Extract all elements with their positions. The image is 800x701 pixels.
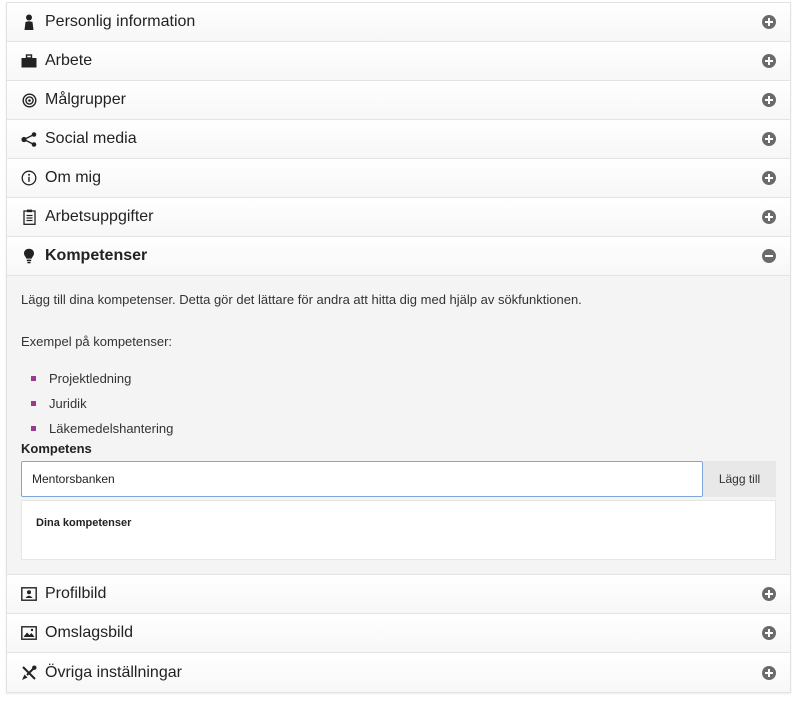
bullet-icon (31, 376, 36, 381)
section-cover-picture[interactable]: Omslagsbild (7, 614, 790, 653)
expand-icon[interactable] (762, 15, 776, 29)
list-item: Juridik (31, 391, 776, 416)
person-icon (20, 13, 38, 31)
expand-icon[interactable] (762, 626, 776, 640)
picture-icon (20, 624, 38, 642)
section-work[interactable]: Arbete (7, 42, 790, 81)
bullet-icon (31, 426, 36, 431)
my-skills-title: Dina kompetenser (36, 517, 132, 529)
share-icon (20, 130, 38, 148)
skills-panel: Lägg till dina kompetenser. Detta gör de… (7, 276, 790, 575)
examples-list: Projektledning Juridik Läkemedelshanteri… (21, 366, 776, 441)
expand-icon[interactable] (762, 171, 776, 185)
section-title: Omslagsbild (45, 624, 134, 641)
section-title: Arbetsuppgifter (45, 208, 154, 225)
collapse-icon[interactable] (762, 249, 776, 263)
section-title: Om mig (45, 169, 101, 186)
section-title: Övriga inställningar (45, 663, 182, 681)
bullet-icon (31, 401, 36, 406)
profile-accordion: Personlig information Arbete Målgrupper … (6, 2, 791, 693)
section-profile-picture[interactable]: Profilbild (7, 575, 790, 614)
section-work-tasks[interactable]: Arbetsuppgifter (7, 198, 790, 237)
section-target-groups[interactable]: Målgrupper (7, 81, 790, 120)
expand-icon[interactable] (762, 587, 776, 601)
skill-input-row: Lägg till (21, 461, 776, 497)
portrait-icon (20, 585, 38, 603)
add-skill-button[interactable]: Lägg till (703, 461, 776, 497)
lightbulb-icon (20, 247, 38, 265)
section-title: Målgrupper (45, 91, 126, 108)
section-title: Personlig information (45, 13, 196, 30)
section-other-settings[interactable]: Övriga inställningar (7, 653, 790, 692)
skill-input[interactable] (21, 461, 703, 497)
expand-icon[interactable] (762, 93, 776, 107)
section-social-media[interactable]: Social media (7, 120, 790, 159)
my-skills-box: Dina kompetenser (21, 500, 776, 560)
briefcase-icon (20, 52, 38, 70)
expand-icon[interactable] (762, 132, 776, 146)
skills-intro: Lägg till dina kompetenser. Detta gör de… (21, 292, 582, 307)
section-personal-information[interactable]: Personlig information (7, 3, 790, 42)
section-title: Social media (45, 130, 137, 147)
expand-icon[interactable] (762, 210, 776, 224)
list-item: Projektledning (31, 366, 776, 391)
examples-label: Exempel på kompetenser: (21, 334, 173, 349)
section-about-me[interactable]: Om mig (7, 159, 790, 198)
clipboard-icon (20, 208, 38, 226)
expand-icon[interactable] (762, 54, 776, 68)
skill-field-label: Kompetens (21, 441, 92, 456)
target-icon (20, 91, 38, 109)
list-item: Läkemedelshantering (31, 416, 776, 441)
tools-icon (20, 664, 38, 682)
section-title: Profilbild (45, 585, 107, 602)
section-skills[interactable]: Kompetenser (7, 237, 790, 276)
info-icon (20, 169, 38, 187)
section-title: Arbete (45, 52, 93, 69)
section-title: Kompetenser (45, 247, 148, 264)
expand-icon[interactable] (762, 665, 776, 680)
